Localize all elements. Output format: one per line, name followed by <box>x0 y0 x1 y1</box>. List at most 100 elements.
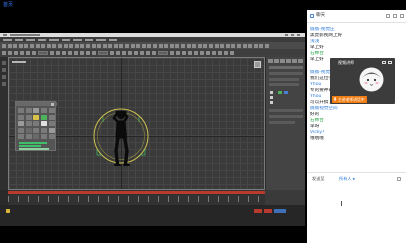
toolbar-icon[interactable] <box>56 51 60 55</box>
chat-input[interactable] <box>310 186 403 236</box>
tool-panel-button[interactable] <box>48 121 55 126</box>
menu-item[interactable] <box>96 38 106 41</box>
close-icon[interactable] <box>297 34 300 36</box>
tool-panel-button[interactable] <box>18 121 24 126</box>
toolbar-icon[interactable] <box>92 51 96 55</box>
tool-panel-button[interactable] <box>41 121 48 126</box>
menu-item[interactable] <box>73 38 82 41</box>
toolbar-icon[interactable] <box>102 43 107 48</box>
toolbar-icon[interactable] <box>147 43 152 48</box>
playback-controls[interactable] <box>265 190 305 205</box>
toolbar-icon[interactable] <box>214 43 219 48</box>
tool-panel-button[interactable] <box>25 134 32 139</box>
toolbar-dropdown[interactable] <box>38 51 48 55</box>
time-slider[interactable] <box>8 191 265 194</box>
toolbar-icon[interactable] <box>13 43 18 48</box>
toolbar-icon[interactable] <box>41 43 46 48</box>
option-checkbox[interactable] <box>270 91 273 94</box>
tool-panel-button[interactable] <box>48 114 55 120</box>
toolbar-icon[interactable] <box>231 43 236 48</box>
toolbar-icon[interactable] <box>119 43 124 48</box>
tool-panel-button[interactable] <box>25 127 32 133</box>
tool-panel-button[interactable] <box>41 134 48 139</box>
toolbar-icon[interactable] <box>74 51 78 55</box>
toolbar-icon[interactable] <box>182 51 186 55</box>
toolbar-icon[interactable] <box>128 51 132 55</box>
tool-panel-button[interactable] <box>33 108 40 113</box>
tool-panel-button[interactable] <box>41 114 48 120</box>
toolbar-icon[interactable] <box>224 51 228 55</box>
display-tab-icon[interactable] <box>292 59 297 63</box>
toolbar-icon[interactable] <box>158 43 163 48</box>
toolbar-icon[interactable] <box>74 43 79 48</box>
motion-tab-icon[interactable] <box>286 59 291 63</box>
toolbar-icon[interactable] <box>7 43 12 48</box>
toolbar-icon[interactable] <box>186 43 191 48</box>
scale-icon[interactable] <box>2 82 6 86</box>
toolbar-icon[interactable] <box>62 51 66 55</box>
toolbar-icon[interactable] <box>14 51 18 55</box>
toolbar-icon[interactable] <box>8 51 12 55</box>
tool-panel-button[interactable] <box>33 127 40 133</box>
toolbar-icon[interactable] <box>230 51 234 55</box>
toolbar-icon[interactable] <box>134 51 138 55</box>
toolbar-icon[interactable] <box>164 43 169 48</box>
object-name-field[interactable] <box>269 66 303 69</box>
tool-panel-button[interactable] <box>48 108 55 113</box>
toolbar-icon[interactable] <box>197 43 202 48</box>
menu-item[interactable] <box>26 38 35 41</box>
move-icon[interactable] <box>2 68 6 72</box>
toolbar-icon[interactable] <box>141 43 146 48</box>
tool-panel-button[interactable] <box>18 134 24 139</box>
modify-tab-icon[interactable] <box>274 59 279 63</box>
tool-panel-button[interactable] <box>48 127 55 133</box>
toolbar-icon[interactable] <box>130 43 135 48</box>
toolbar-icon[interactable] <box>200 51 204 55</box>
close-icon[interactable] <box>388 60 392 64</box>
maximize-icon[interactable] <box>291 34 294 36</box>
toolbar-icon[interactable] <box>63 43 68 48</box>
toolbar-icon[interactable] <box>108 43 113 48</box>
parameter-row[interactable] <box>269 109 303 112</box>
toolbar-icon[interactable] <box>253 43 258 48</box>
viewport-label[interactable] <box>12 61 26 63</box>
toolbar-icon[interactable] <box>220 43 225 48</box>
rotate-icon[interactable] <box>2 75 6 79</box>
toolbar-icon[interactable] <box>116 51 120 55</box>
toolbar-icon[interactable] <box>52 43 57 48</box>
status-swatch[interactable] <box>284 91 288 94</box>
toolbar-icon[interactable] <box>86 51 90 55</box>
status-swatch[interactable] <box>278 91 282 94</box>
toolbar-icon[interactable] <box>194 51 198 55</box>
close-icon[interactable] <box>400 14 404 18</box>
toolbar-icon[interactable] <box>242 43 247 48</box>
menu-item[interactable] <box>3 38 12 41</box>
menu-item[interactable] <box>15 38 23 41</box>
menu-item[interactable] <box>62 38 70 41</box>
select-icon[interactable] <box>2 61 6 65</box>
toolbar-icon[interactable] <box>26 51 30 55</box>
home-link[interactable]: 首页 <box>3 2 13 8</box>
set-key-button[interactable] <box>264 209 272 213</box>
toolbar-icon[interactable] <box>188 51 192 55</box>
toolbar-icon[interactable] <box>24 43 29 48</box>
tool-panel-button[interactable] <box>33 114 40 120</box>
utilities-tab-icon[interactable] <box>298 59 303 63</box>
toolbar-icon[interactable] <box>2 51 6 55</box>
toolbar-icon[interactable] <box>91 43 96 48</box>
expand-icon[interactable] <box>382 60 386 64</box>
toolbar-icon[interactable] <box>46 43 51 48</box>
toolbar-icon[interactable] <box>259 43 264 48</box>
modifier-stack-item[interactable] <box>269 83 299 86</box>
toolbar-icon[interactable] <box>110 51 114 55</box>
toolbar-icon[interactable] <box>236 43 241 48</box>
minimize-icon[interactable] <box>285 34 288 36</box>
tool-panel-button[interactable] <box>25 108 32 113</box>
toolbar-icon[interactable] <box>264 43 269 48</box>
toolbar-icon[interactable] <box>68 51 72 55</box>
menu-item[interactable] <box>85 38 93 41</box>
option-checkbox[interactable] <box>270 96 273 99</box>
tool-panel-button[interactable] <box>33 134 40 139</box>
toolbar-icon[interactable] <box>97 43 102 48</box>
toolbar-icon[interactable] <box>18 43 23 48</box>
